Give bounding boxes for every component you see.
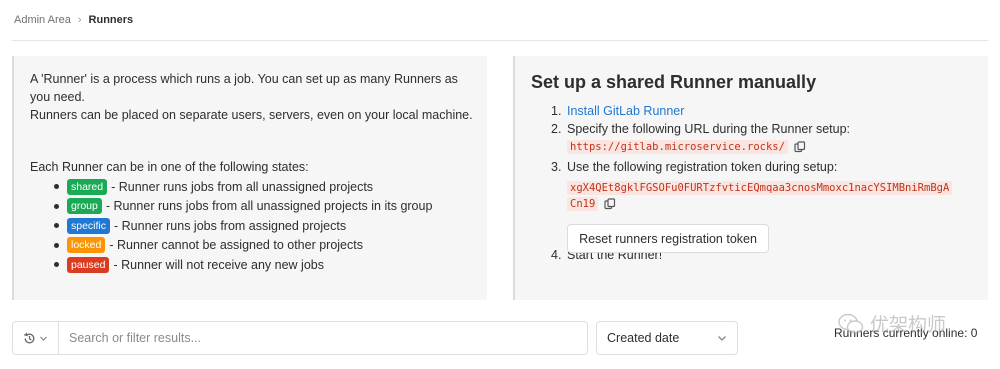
breadcrumb-admin-area[interactable]: Admin Area xyxy=(14,14,71,26)
watermark: 优架构师 xyxy=(838,310,946,337)
state-badge-paused: paused xyxy=(67,256,110,273)
step-3-text: Use the following registration token dur… xyxy=(567,160,838,174)
breadcrumb-runners: Runners xyxy=(88,14,134,26)
state-item-shared: shared - Runner runs jobs from all unassi… xyxy=(54,177,432,197)
setup-step-1: 1. Install GitLab Runner xyxy=(551,104,685,118)
state-badge-shared: shared xyxy=(67,178,108,195)
runner-info-panel: A 'Runner' is a process which runs a job… xyxy=(12,56,487,300)
bullet-icon xyxy=(54,203,59,209)
state-badge-locked: locked xyxy=(67,237,106,254)
copy-icon[interactable] xyxy=(794,141,806,153)
registration-token-part-1: xgX4QEt8gklFGSOFu0FURTzfvticEQmqaa3cnosM… xyxy=(567,181,953,195)
wechat-logo-icon xyxy=(838,313,864,334)
states-title: Each Runner can be in one of the followi… xyxy=(30,160,309,174)
setup-step-3: 3. Use the following registration token … xyxy=(551,160,838,174)
sort-selected-value: Created date xyxy=(607,331,680,345)
state-item-paused: paused - Runner will not receive any new … xyxy=(54,255,432,275)
recent-searches-button[interactable] xyxy=(13,322,59,354)
bullet-icon xyxy=(54,262,59,268)
header-divider xyxy=(12,40,988,41)
breadcrumb: Admin Area › Runners xyxy=(14,14,133,26)
sort-dropdown[interactable]: Created date xyxy=(596,321,738,355)
intro-line-2: Runners can be placed on separate users,… xyxy=(30,108,473,122)
runner-filter-bar xyxy=(12,321,588,355)
step-2-text: Specify the following URL during the Run… xyxy=(567,122,851,136)
state-description: - Runner will not receive any new jobs xyxy=(113,257,324,272)
state-description: - Runner runs jobs from assigned project… xyxy=(114,218,347,233)
registration-token-line-1: xgX4QEt8gklFGSOFu0FURTzfvticEQmqaa3cnosM… xyxy=(567,178,953,196)
state-description: - Runner runs jobs from all unassigned p… xyxy=(111,179,374,194)
setup-title: Set up a shared Runner manually xyxy=(531,72,817,92)
runner-url: https://gitlab.microservice.rocks/ xyxy=(567,140,788,154)
state-description: - Runner runs jobs from all unassigned p… xyxy=(105,199,433,214)
state-item-group: group - Runner runs jobs from all unassig… xyxy=(54,197,432,217)
chevron-down-icon xyxy=(718,336,726,341)
state-badge-group: group xyxy=(67,198,102,215)
registration-token-line-2: Cn19 xyxy=(567,197,616,211)
chevron-down-icon xyxy=(40,336,47,341)
bullet-icon xyxy=(54,223,59,229)
runner-intro: A 'Runner' is a process which runs a job… xyxy=(30,70,475,124)
intro-line-1: A 'Runner' is a process which runs a job… xyxy=(30,72,458,104)
state-badge-specific: specific xyxy=(67,217,111,234)
state-item-specific: specific - Runner runs jobs from assigned… xyxy=(54,216,432,236)
bullet-icon xyxy=(54,242,59,248)
history-icon xyxy=(24,332,35,343)
state-item-locked: locked - Runner cannot be assigned to oth… xyxy=(54,236,432,256)
setup-step-2: 2. Specify the following URL during the … xyxy=(551,122,851,136)
search-input[interactable] xyxy=(59,322,587,354)
reset-registration-token-button[interactable]: Reset runners registration token xyxy=(567,224,769,253)
runner-states-list: shared - Runner runs jobs from all unassi… xyxy=(54,177,432,275)
shared-runner-setup-panel: Set up a shared Runner manually 1. Insta… xyxy=(513,56,988,300)
install-runner-link[interactable]: Install GitLab Runner xyxy=(567,104,684,118)
bullet-icon xyxy=(54,184,59,190)
state-description: - Runner cannot be assigned to other pro… xyxy=(109,238,363,253)
watermark-text: 优架构师 xyxy=(870,315,947,336)
registration-token-part-2: Cn19 xyxy=(567,197,599,211)
breadcrumb-separator: › xyxy=(77,14,82,26)
copy-icon[interactable] xyxy=(604,198,616,210)
runner-url-line: https://gitlab.microservice.rocks/ xyxy=(567,140,806,154)
